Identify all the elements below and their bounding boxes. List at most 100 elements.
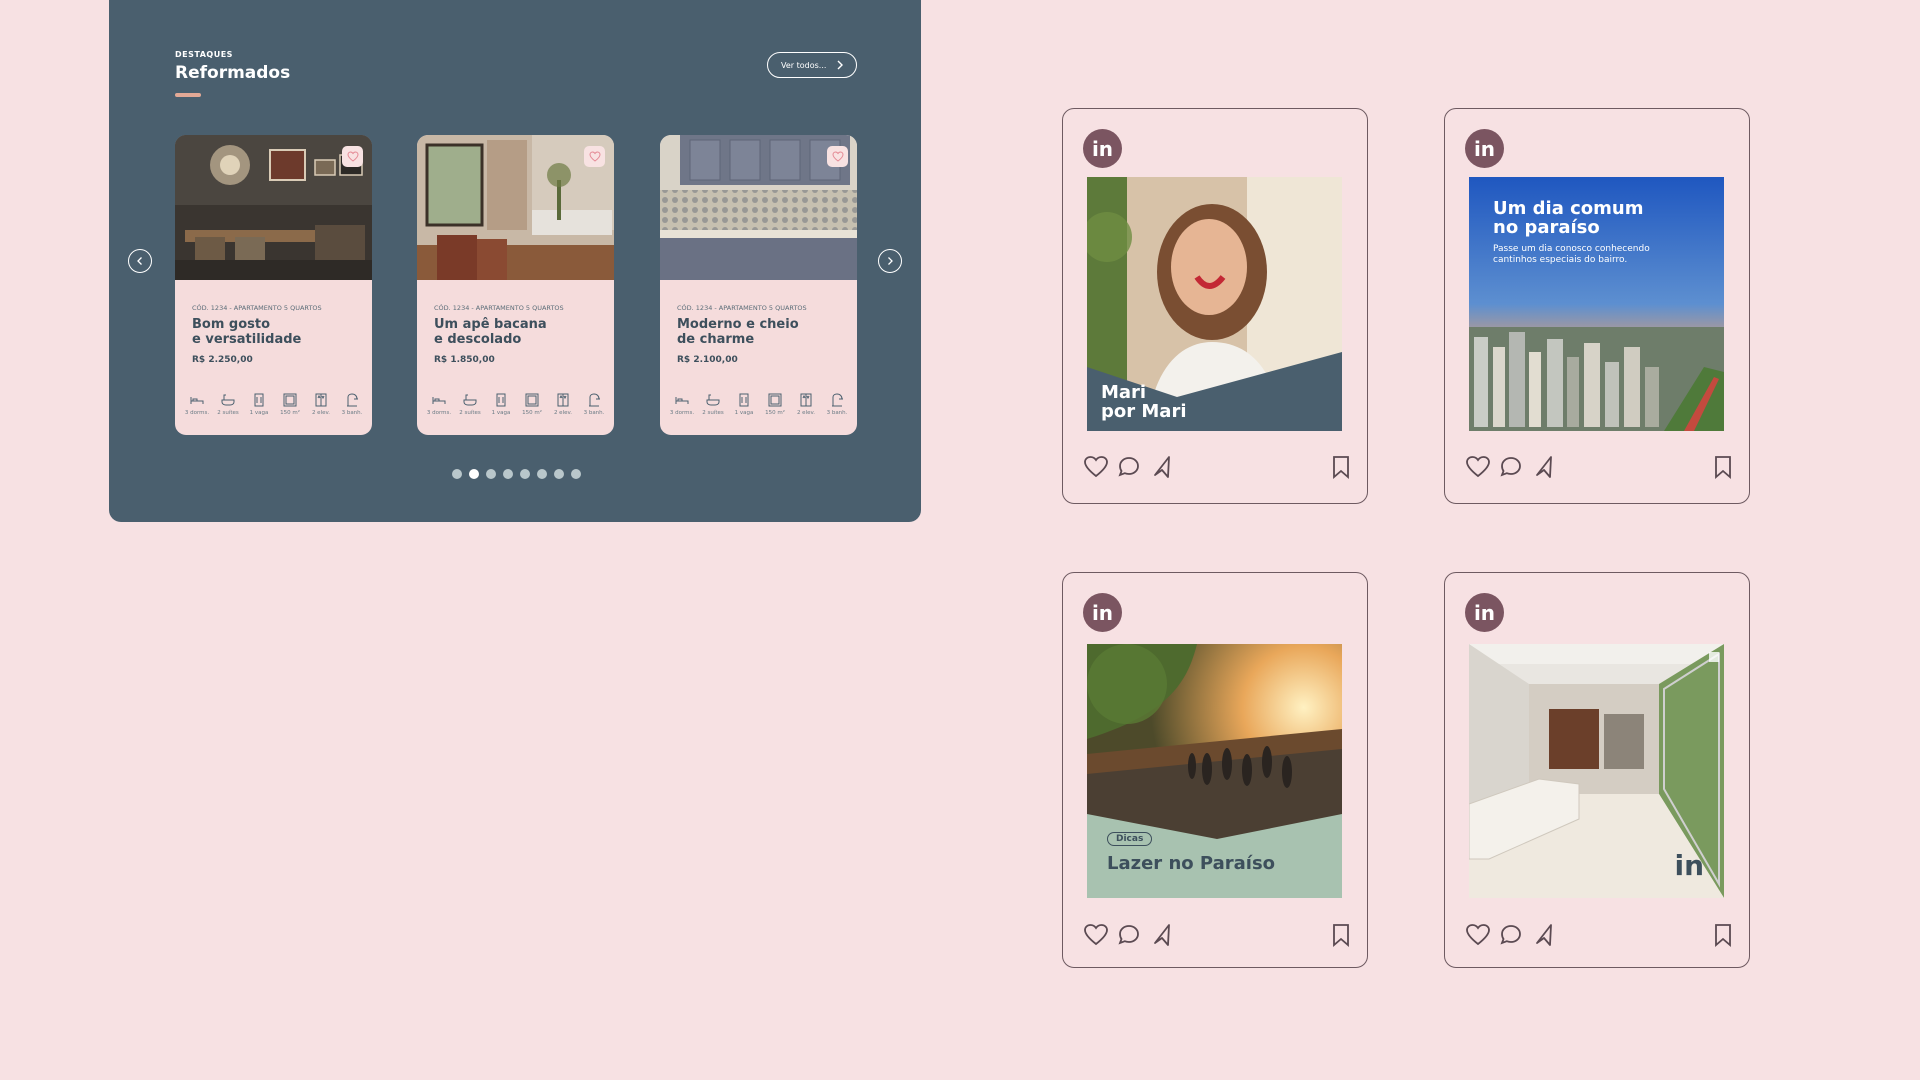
like-heart-icon[interactable]: [1083, 455, 1109, 479]
favorite-button[interactable]: [342, 146, 363, 167]
comment-icon[interactable]: [1499, 923, 1523, 947]
profile-avatar[interactable]: in: [1465, 593, 1504, 632]
bed-icon: [190, 397, 204, 404]
property-title: Um apê bacana e descolado: [434, 317, 547, 347]
feature-bedrooms: 3 dorms.: [668, 393, 696, 416]
feature-list: 3 dorms. 2 suítes 1 vaga 150 m² 2 elev. …: [425, 393, 608, 416]
feature-label: 1 vaga: [249, 410, 269, 416]
bathtub-icon: [221, 394, 235, 406]
feature-label: 150 m²: [765, 410, 785, 416]
share-icon[interactable]: [1151, 923, 1173, 947]
property-code: CÓD. 1234 - APARTAMENTO 5 QUARTOS: [434, 304, 564, 312]
feature-bedrooms: 3 dorms.: [425, 393, 453, 416]
brand-watermark: in: [1674, 849, 1704, 882]
feature-label: 3 dorms.: [426, 410, 452, 416]
share-icon[interactable]: [1151, 455, 1173, 479]
post-action-bar: [1465, 455, 1733, 481]
profile-avatar[interactable]: in: [1083, 593, 1122, 632]
bathtub-icon: [706, 394, 720, 406]
social-post: in Um dia comum no paraíso Passe um dia …: [1444, 108, 1750, 504]
area-icon: [283, 393, 297, 407]
property-card[interactable]: CÓD. 1234 - APARTAMENTO 5 QUARTOS Modern…: [660, 135, 857, 435]
bookmark-icon[interactable]: [1331, 455, 1351, 479]
see-all-label: Ver todos...: [781, 60, 827, 70]
feature-label: 3 dorms.: [669, 410, 695, 416]
property-card[interactable]: CÓD. 1234 - APARTAMENTO 5 QUARTOS Um apê…: [417, 135, 614, 435]
featured-section: DESTAQUES Reformados Ver todos... CÓD. 1…: [109, 0, 921, 522]
property-code: CÓD. 1234 - APARTAMENTO 5 QUARTOS: [677, 304, 807, 312]
feature-bathrooms: 3 banh.: [580, 393, 608, 416]
pagination-dot[interactable]: [554, 469, 564, 479]
area-icon: [525, 393, 539, 407]
title-underline: [175, 93, 201, 97]
feature-bathrooms: 3 banh.: [338, 393, 366, 416]
bookmark-icon[interactable]: [1713, 455, 1733, 479]
chevron-left-icon: [137, 257, 142, 265]
feature-label: 2 suítes: [702, 410, 724, 416]
property-card[interactable]: CÓD. 1234 - APARTAMENTO 5 QUARTOS Bom go…: [175, 135, 372, 435]
parking-icon: [254, 393, 264, 407]
bookmark-icon[interactable]: [1331, 923, 1351, 947]
bookmark-icon[interactable]: [1713, 923, 1733, 947]
elevator-icon: [315, 393, 327, 407]
comment-icon[interactable]: [1117, 923, 1141, 947]
share-icon[interactable]: [1533, 923, 1555, 947]
pagination-dot[interactable]: [503, 469, 513, 479]
shower-icon: [589, 393, 600, 407]
feature-area: 150 m²: [761, 393, 789, 416]
post-image[interactable]: Um dia comum no paraíso Passe um dia con…: [1469, 177, 1724, 431]
pagination-dot[interactable]: [520, 469, 530, 479]
property-price: R$ 2.250,00: [192, 355, 253, 365]
feature-area: 150 m²: [276, 393, 304, 416]
comment-icon[interactable]: [1499, 455, 1523, 479]
carousel-next-button[interactable]: [878, 249, 902, 273]
area-icon: [768, 393, 782, 407]
comment-icon[interactable]: [1117, 455, 1141, 479]
post-image[interactable]: in: [1469, 644, 1724, 898]
feature-list: 3 dorms. 2 suítes 1 vaga 150 m² 2 elev. …: [183, 393, 366, 416]
post-action-bar: [1465, 923, 1733, 949]
feature-label: 3 banh.: [583, 410, 605, 416]
chevron-right-icon: [837, 60, 843, 70]
post-title: Um dia comum no paraíso: [1493, 198, 1644, 238]
bed-icon: [432, 397, 446, 404]
feature-label: 2 elev.: [553, 410, 573, 416]
see-all-button[interactable]: Ver todos...: [767, 52, 857, 78]
feature-label: 2 suítes: [217, 410, 239, 416]
feature-elevators: 2 elev.: [307, 393, 335, 416]
pagination-dot[interactable]: [452, 469, 462, 479]
elevator-icon: [557, 393, 569, 407]
section-eyebrow: DESTAQUES: [175, 50, 233, 59]
like-heart-icon[interactable]: [1465, 455, 1491, 479]
share-icon[interactable]: [1533, 455, 1555, 479]
post-title: Mari por Mari: [1101, 382, 1187, 422]
post-image[interactable]: Mari por Mari: [1087, 177, 1342, 431]
pagination-dot[interactable]: [486, 469, 496, 479]
social-post: in in: [1444, 572, 1750, 968]
pagination-dot[interactable]: [537, 469, 547, 479]
favorite-button[interactable]: [827, 146, 848, 167]
pagination-dot[interactable]: [571, 469, 581, 479]
like-heart-icon[interactable]: [1465, 923, 1491, 947]
pagination-dot-active[interactable]: [469, 469, 479, 479]
feature-elevators: 2 elev.: [549, 393, 577, 416]
post-action-bar: [1083, 455, 1351, 481]
heart-icon: [831, 151, 844, 162]
parking-icon: [739, 393, 749, 407]
feature-suites: 2 suítes: [456, 393, 484, 416]
feature-label: 1 vaga: [734, 410, 754, 416]
property-price: R$ 1.850,00: [434, 355, 495, 365]
post-image[interactable]: Dicas Lazer no Paraíso: [1087, 644, 1342, 898]
carousel-prev-button[interactable]: [128, 249, 152, 273]
feature-label: 1 vaga: [491, 410, 511, 416]
profile-avatar[interactable]: in: [1083, 129, 1122, 168]
social-post: in Dicas Lazer no Paraíso: [1062, 572, 1368, 968]
profile-avatar[interactable]: in: [1465, 129, 1504, 168]
feature-label: 3 banh.: [826, 410, 848, 416]
property-title: Bom gosto e versatilidade: [192, 317, 302, 347]
post-title: Lazer no Paraíso: [1107, 853, 1276, 874]
category-tag: Dicas: [1107, 832, 1153, 846]
like-heart-icon[interactable]: [1083, 923, 1109, 947]
feature-label: 2 suítes: [459, 410, 481, 416]
favorite-button[interactable]: [584, 146, 605, 167]
